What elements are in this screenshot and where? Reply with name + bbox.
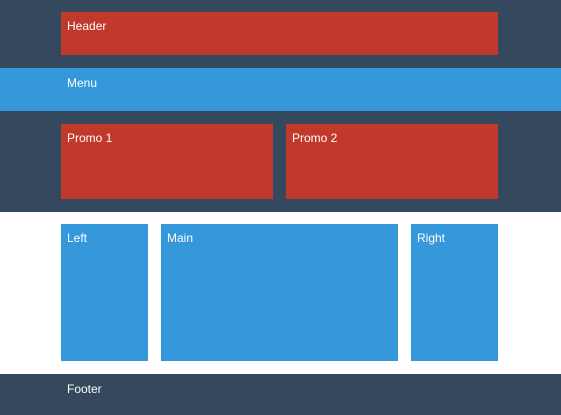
header-label: Header bbox=[67, 19, 107, 33]
right-column: Right bbox=[411, 224, 498, 361]
promo-2-box: Promo 2 bbox=[286, 124, 498, 199]
promo-band: Promo 1 Promo 2 bbox=[0, 111, 561, 212]
left-column: Left bbox=[61, 224, 148, 361]
footer-label: Footer bbox=[67, 382, 102, 396]
footer-bar: Footer bbox=[0, 374, 561, 415]
promo-1-box: Promo 1 bbox=[61, 124, 273, 199]
menu-label: Menu bbox=[67, 76, 98, 90]
right-column-label: Right bbox=[417, 231, 446, 245]
main-column-label: Main bbox=[167, 231, 194, 245]
promo-1-label: Promo 1 bbox=[67, 131, 113, 145]
menu-bar: Menu bbox=[0, 68, 561, 111]
header-band: Header bbox=[0, 0, 561, 68]
header-box: Header bbox=[61, 12, 498, 55]
left-column-label: Left bbox=[67, 231, 88, 245]
promo-2-label: Promo 2 bbox=[292, 131, 338, 145]
main-column: Main bbox=[161, 224, 398, 361]
content-area: Left Main Right bbox=[0, 212, 561, 374]
